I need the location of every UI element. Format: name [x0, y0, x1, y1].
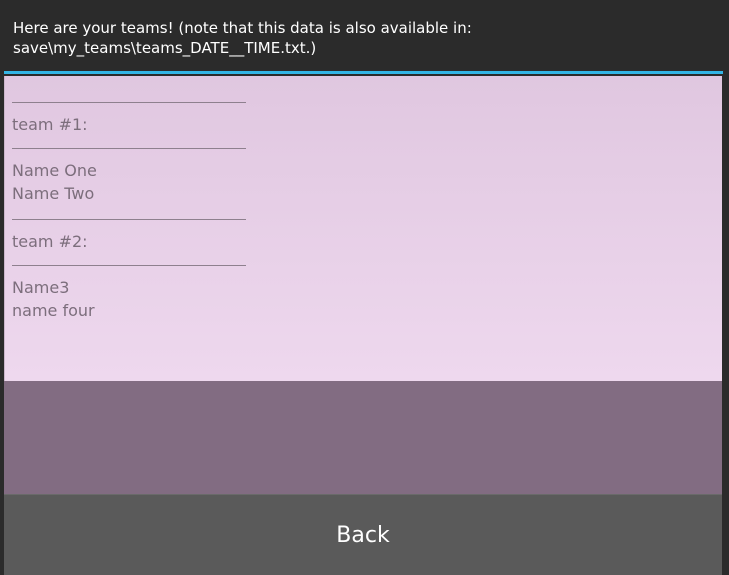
header-divider: [4, 71, 723, 74]
header-line-1: Here are your teams! (note that this dat…: [13, 19, 472, 37]
info-header: Here are your teams! (note that this dat…: [0, 0, 729, 72]
teams-list[interactable]: team #1: Name One Name Two team #2: Name…: [4, 76, 722, 381]
team-member: name four: [12, 301, 95, 320]
header-line-2: save\my_teams\teams_DATE__TIME.txt.): [13, 39, 317, 57]
team-member: Name Two: [12, 184, 95, 203]
team-block-2: team #2: Name3 name four: [12, 219, 722, 322]
team-member: Name One: [12, 161, 97, 180]
team-label: team #1:: [12, 115, 88, 134]
team-block-1: team #1: Name One Name Two: [12, 102, 722, 205]
separator-line: [12, 265, 246, 266]
team-label: team #2:: [12, 232, 88, 251]
back-button[interactable]: Back: [4, 494, 722, 575]
separator-line: [12, 102, 246, 103]
empty-area: [4, 381, 722, 494]
separator-line: [12, 148, 246, 149]
separator-line: [12, 219, 246, 220]
team-member: Name3: [12, 278, 70, 297]
